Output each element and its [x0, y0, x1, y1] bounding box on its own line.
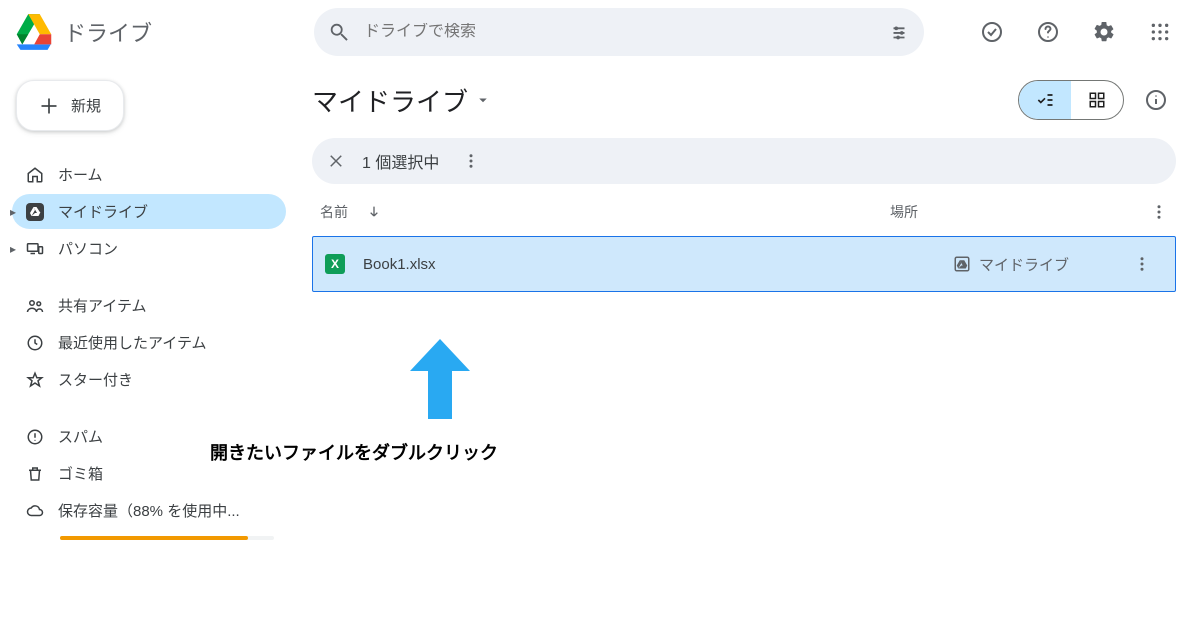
people-icon	[26, 296, 44, 316]
search-icon	[328, 21, 350, 43]
file-name: Book1.xlsx	[363, 256, 436, 273]
sidebar-item-label: マイドライブ	[58, 201, 148, 222]
annotation-text: 開きたいファイルをダブルクリック	[210, 439, 498, 465]
column-headers: 名前 場所	[312, 202, 1176, 236]
search-input[interactable]	[364, 23, 874, 41]
view-controls	[1018, 80, 1176, 120]
help-icon[interactable]	[1028, 12, 1068, 52]
main: マイドライブ 1 個選択中	[300, 64, 1200, 620]
header-actions	[972, 12, 1186, 52]
sidebar-item-label: スパム	[58, 426, 103, 447]
file-row[interactable]: X Book1.xlsx マイドライブ	[312, 236, 1176, 292]
chevron-right-icon: ▸	[10, 205, 16, 219]
column-name[interactable]: 名前	[320, 202, 890, 222]
sidebar-item-computers[interactable]: ▸ パソコン	[12, 231, 286, 266]
sidebar-item-mydrive[interactable]: ▸ マイドライブ	[12, 194, 286, 229]
sidebar-item-label: 最近使用したアイテム	[58, 332, 207, 353]
search-bar[interactable]	[314, 8, 924, 56]
new-button-label: 新規	[71, 95, 101, 116]
new-button[interactable]: 新規	[16, 80, 124, 131]
info-button[interactable]	[1136, 80, 1176, 120]
sidebar-item-label: 保存容量（88% を使用中...	[58, 500, 240, 521]
more-actions-button[interactable]	[457, 147, 485, 175]
selection-count: 1 個選択中	[362, 149, 439, 173]
settings-icon[interactable]	[1084, 12, 1124, 52]
cloud-icon	[26, 501, 44, 521]
column-location-label: 場所	[890, 204, 918, 220]
sidebar-item-label: 共有アイテム	[58, 295, 147, 316]
excel-icon: X	[325, 254, 345, 274]
sidebar-item-shared[interactable]: 共有アイテム	[12, 288, 286, 323]
file-more-button[interactable]	[1133, 255, 1163, 273]
body: 新規 ホーム ▸ マイドライブ ▸ パソコン 共有アイテム 最近使用したアイテム…	[0, 64, 1200, 620]
devices-icon	[26, 239, 44, 259]
arrow-down-icon	[366, 204, 382, 220]
trash-icon	[26, 464, 44, 484]
clock-icon	[26, 333, 44, 353]
ready-offline-icon[interactable]	[972, 12, 1012, 52]
sidebar-item-starred[interactable]: スター付き	[12, 362, 286, 397]
home-icon	[26, 165, 44, 185]
sidebar-item-label: スター付き	[58, 369, 133, 390]
apps-icon[interactable]	[1140, 12, 1180, 52]
sidebar-item-home[interactable]: ホーム	[12, 157, 286, 192]
selection-bar: 1 個選択中	[312, 138, 1176, 184]
sidebar-item-label: パソコン	[58, 238, 118, 259]
breadcrumb[interactable]: マイドライブ	[312, 82, 492, 119]
spam-icon	[26, 427, 44, 447]
breadcrumb-bar: マイドライブ	[312, 80, 1176, 120]
sidebar-item-label: ゴミ箱	[58, 463, 103, 484]
sidebar-item-label: ホーム	[58, 164, 103, 185]
chevron-right-icon: ▸	[10, 242, 16, 256]
file-location[interactable]: マイドライブ	[953, 254, 1133, 275]
sidebar-item-storage[interactable]: 保存容量（88% を使用中...	[12, 493, 286, 528]
drive-icon	[26, 203, 44, 221]
grid-view-button[interactable]	[1071, 81, 1123, 119]
file-location-label: マイドライブ	[979, 254, 1069, 275]
column-more-button[interactable]	[1150, 203, 1168, 221]
column-name-label: 名前	[320, 202, 348, 222]
annotation-arrow	[410, 339, 470, 419]
view-toggle	[1018, 80, 1124, 120]
clear-selection-button[interactable]	[322, 147, 350, 175]
column-location[interactable]: 場所	[890, 202, 1110, 222]
logo[interactable]: ドライブ	[14, 12, 314, 52]
tune-icon[interactable]	[888, 21, 910, 43]
app-name: ドライブ	[64, 16, 152, 48]
caret-down-icon	[474, 91, 492, 109]
header: ドライブ	[0, 0, 1200, 64]
drive-logo-icon	[14, 12, 54, 52]
storage-bar	[60, 536, 274, 540]
list-view-button[interactable]	[1019, 81, 1071, 119]
drive-outline-icon	[953, 255, 971, 273]
plus-icon	[39, 96, 59, 116]
breadcrumb-label: マイドライブ	[312, 82, 468, 119]
sidebar: 新規 ホーム ▸ マイドライブ ▸ パソコン 共有アイテム 最近使用したアイテム…	[0, 64, 300, 620]
star-icon	[26, 370, 44, 390]
sidebar-item-recent[interactable]: 最近使用したアイテム	[12, 325, 286, 360]
